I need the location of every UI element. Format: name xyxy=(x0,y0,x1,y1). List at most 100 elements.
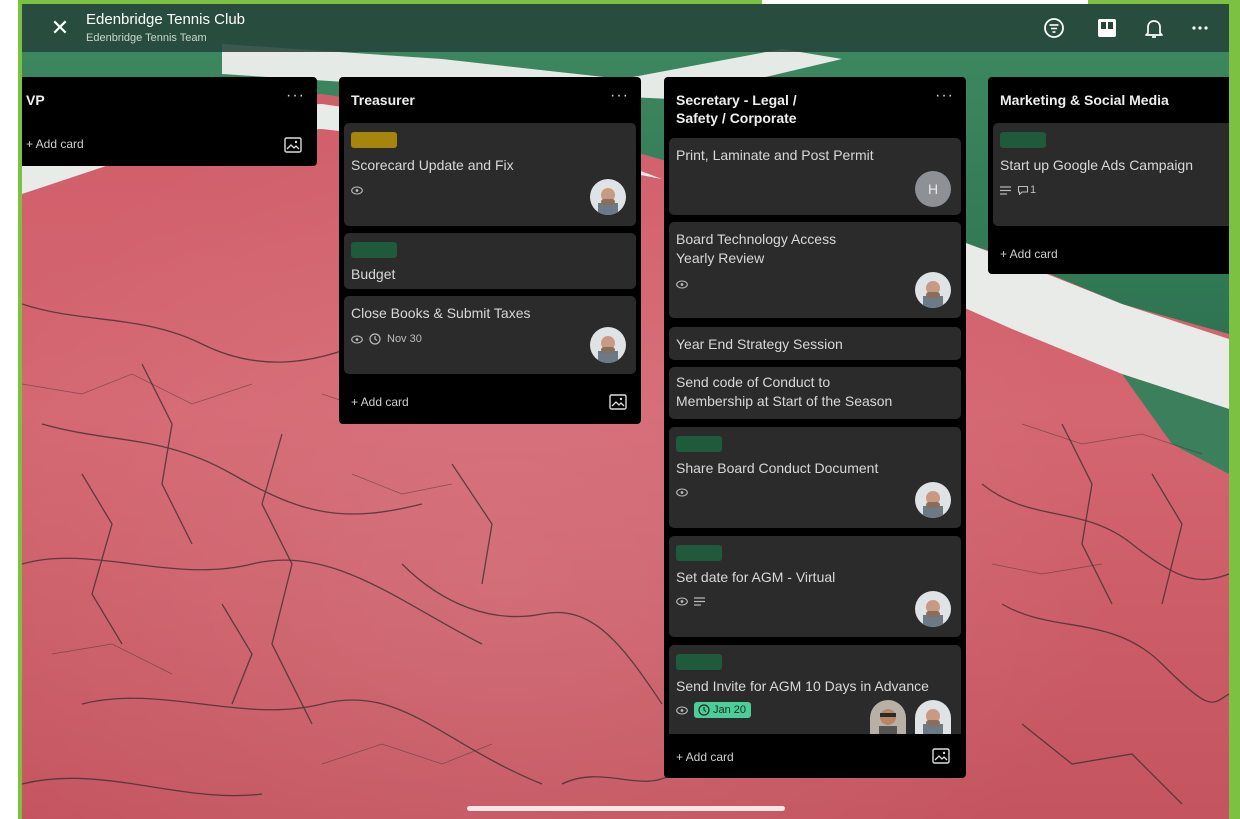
bell-icon[interactable] xyxy=(1142,16,1166,40)
list-secretary: Secretary - Legal / Safety / Corporate ·… xyxy=(664,77,966,778)
add-card-button[interactable]: + Add card xyxy=(26,137,84,151)
card-title: Start up Google Ads Campaign xyxy=(1000,157,1194,173)
list-menu-icon[interactable]: ··· xyxy=(935,87,954,105)
board-header: ✕ Edenbridge Tennis Club Edenbridge Tenn… xyxy=(22,4,1229,52)
clock-icon xyxy=(698,704,710,716)
member-avatar-photo xyxy=(870,700,906,734)
list-menu-icon[interactable]: ··· xyxy=(610,87,629,105)
member-avatar[interactable] xyxy=(915,272,951,308)
card-title: Budget xyxy=(351,266,396,282)
watch-eye-icon xyxy=(351,334,363,344)
card-badges: Jan 20 xyxy=(676,702,752,718)
card-template-image-icon[interactable] xyxy=(284,137,302,153)
card-close-books[interactable]: Close Books & Submit Taxes Nov 30 xyxy=(344,296,636,374)
card-budget[interactable]: Budget xyxy=(344,233,636,289)
member-avatar-photo xyxy=(915,591,951,627)
card-title-line-2: Membership at Start of the Season xyxy=(676,393,893,409)
list-title-line-2: Safety / Corporate xyxy=(676,110,797,126)
card-title-line-1: Send code of Conduct to xyxy=(676,374,831,390)
member-avatar[interactable] xyxy=(915,482,951,518)
list-title: Marketing & Social Media xyxy=(1000,92,1169,108)
list-vp: VP ··· + Add card xyxy=(22,77,317,166)
member-avatar[interactable] xyxy=(590,327,626,363)
comment-icon xyxy=(1017,185,1029,195)
card-code-of-conduct[interactable]: Send code of Conduct to Membership at St… xyxy=(669,367,961,419)
list-title: VP xyxy=(26,92,45,108)
card-title: Close Books & Submit Taxes xyxy=(351,305,531,321)
card-send-invite-agm[interactable]: Send Invite for AGM 10 Days in Advance J… xyxy=(669,645,961,734)
card-title: Scorecard Update and Fix xyxy=(351,157,514,173)
card-title: Set date for AGM - Virtual xyxy=(676,569,836,585)
member-avatar-photo xyxy=(915,700,951,734)
list-title-line-1: Secretary - Legal / xyxy=(676,92,797,108)
board-view-icon[interactable] xyxy=(1095,16,1119,40)
yellow-label xyxy=(351,132,397,148)
watch-eye-icon xyxy=(676,597,688,606)
list-title: Secretary - Legal / Safety / Corporate xyxy=(676,91,797,127)
add-card-button[interactable]: + Add card xyxy=(676,750,734,764)
green-label xyxy=(351,242,397,258)
green-label xyxy=(676,654,722,670)
card-share-board-conduct[interactable]: Share Board Conduct Document xyxy=(669,427,961,528)
app-frame: ✕ Edenbridge Tennis Club Edenbridge Tenn… xyxy=(18,0,1240,819)
member-avatar[interactable] xyxy=(915,700,951,734)
card-title-line-2: Yearly Review xyxy=(676,250,765,266)
card-badges xyxy=(676,488,688,497)
card-title: Send code of Conduct to Membership at St… xyxy=(676,373,892,411)
card-set-date-agm[interactable]: Set date for AGM - Virtual xyxy=(669,536,961,637)
card-title: Year End Strategy Session xyxy=(676,336,843,352)
list-title: Treasurer xyxy=(351,92,415,108)
due-date: Nov 30 xyxy=(387,333,422,345)
team-name: Edenbridge Tennis Team xyxy=(86,32,207,44)
card-badges xyxy=(676,597,705,606)
green-label xyxy=(676,436,722,452)
list-menu-icon[interactable]: ··· xyxy=(286,87,305,105)
watch-eye-icon xyxy=(676,488,688,497)
member-avatar-2[interactable] xyxy=(870,700,906,734)
member-avatar-photo xyxy=(590,179,626,215)
card-template-image-icon[interactable] xyxy=(609,394,627,410)
member-avatar-photo xyxy=(915,482,951,518)
comment-count: 1 xyxy=(1030,184,1037,196)
watch-eye-icon xyxy=(351,186,363,195)
member-avatar[interactable]: H xyxy=(915,171,951,207)
member-avatar[interactable] xyxy=(915,591,951,627)
card-google-ads[interactable]: Start up Google Ads Campaign 1 xyxy=(993,123,1229,226)
avatar-initial: H xyxy=(927,181,939,197)
watch-eye-icon xyxy=(676,705,688,715)
list-marketing: Marketing & Social Media Start up Google… xyxy=(988,77,1229,274)
card-scorecard-update[interactable]: Scorecard Update and Fix xyxy=(344,123,636,226)
card-badges xyxy=(351,186,363,195)
list-treasurer: Treasurer ··· Scorecard Update and Fix B… xyxy=(339,77,641,424)
card-title: Board Technology Access Yearly Review xyxy=(676,230,836,268)
watch-eye-icon xyxy=(676,280,688,289)
due-date-badge: Jan 20 xyxy=(694,702,752,718)
card-title-line-1: Board Technology Access xyxy=(676,231,837,247)
card-title: Print, Laminate and Post Permit xyxy=(676,147,874,163)
home-indicator[interactable] xyxy=(467,806,785,811)
card-badges xyxy=(676,280,688,289)
card-board-technology[interactable]: Board Technology Access Yearly Review xyxy=(669,222,961,318)
card-badges: Nov 30 xyxy=(351,333,422,345)
member-avatar-photo xyxy=(915,272,951,308)
green-label xyxy=(676,545,722,561)
filter-icon[interactable] xyxy=(1042,16,1066,40)
member-avatar[interactable] xyxy=(590,179,626,215)
more-icon[interactable] xyxy=(1188,16,1212,40)
card-title: Send Invite for AGM 10 Days in Advance xyxy=(676,678,929,694)
board-title: Edenbridge Tennis Club xyxy=(86,11,246,28)
member-avatar-photo xyxy=(590,327,626,363)
card-title: Share Board Conduct Document xyxy=(676,460,879,476)
card-badges: 1 xyxy=(1000,184,1036,196)
add-card-button[interactable]: + Add card xyxy=(351,395,409,409)
close-icon[interactable]: ✕ xyxy=(48,16,72,40)
add-card-button[interactable]: + Add card xyxy=(1000,247,1058,261)
card-year-end-strategy[interactable]: Year End Strategy Session xyxy=(669,327,961,360)
card-print-permit[interactable]: Print, Laminate and Post Permit H xyxy=(669,138,961,215)
green-label xyxy=(1000,132,1046,148)
clock-icon xyxy=(369,333,381,345)
description-icon xyxy=(1000,185,1011,195)
due-date: Jan 20 xyxy=(713,704,747,716)
card-template-image-icon[interactable] xyxy=(932,748,950,764)
description-icon xyxy=(694,597,705,606)
